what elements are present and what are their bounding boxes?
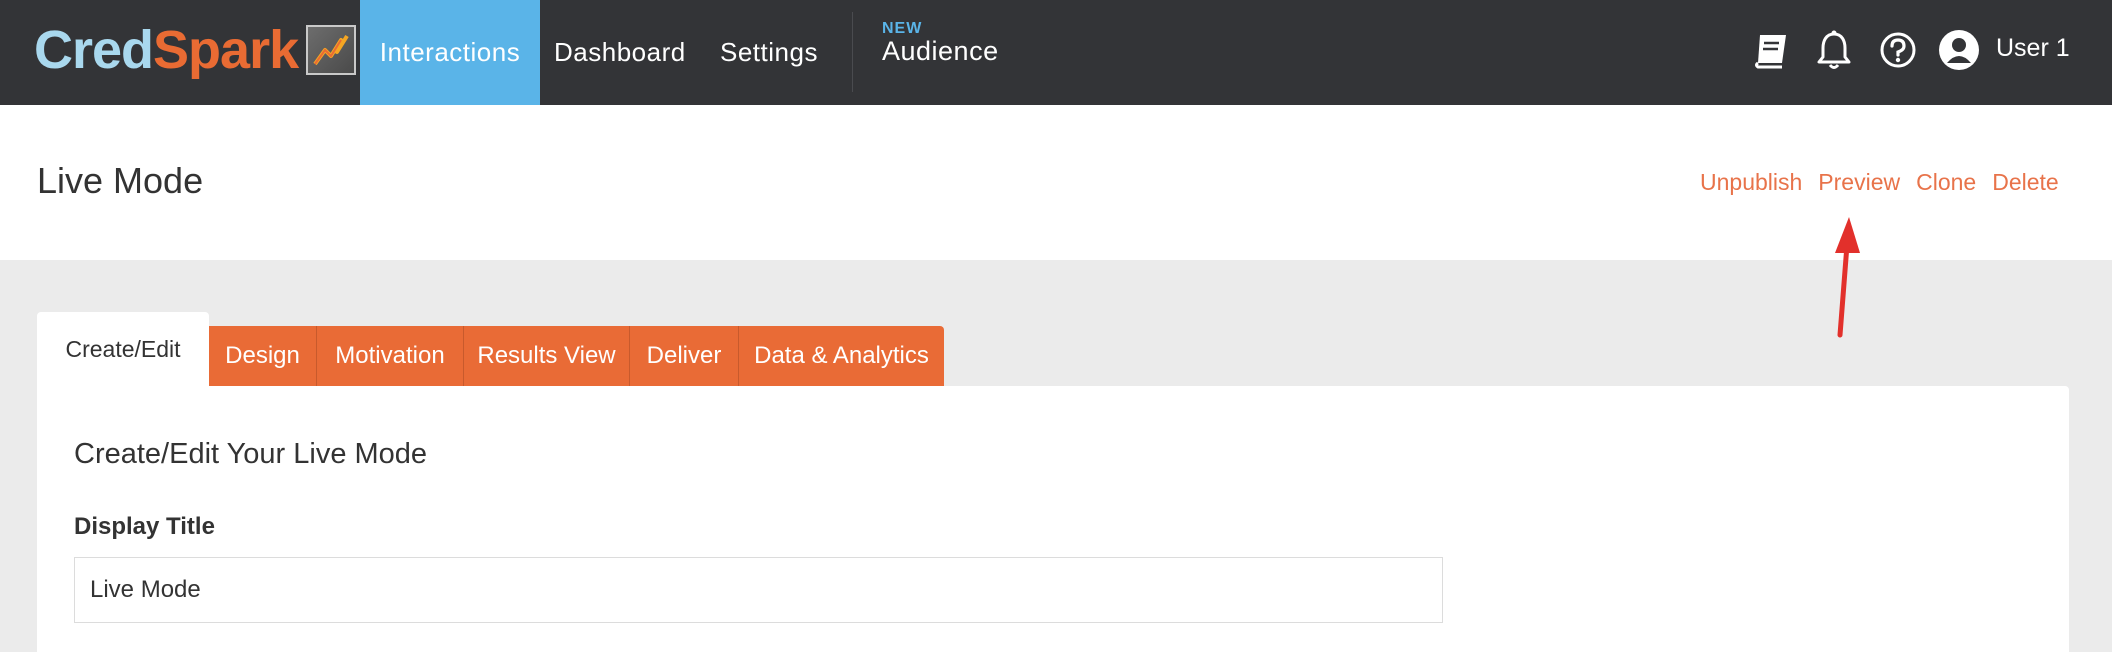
tab-results-view[interactable]: Results View (464, 326, 630, 386)
nav-audience[interactable]: Audience (882, 36, 999, 67)
preview-link[interactable]: Preview (1818, 169, 1900, 196)
display-title-label: Display Title (74, 513, 215, 540)
book-icon[interactable] (1750, 28, 1794, 72)
tab-create-edit[interactable]: Create/Edit (37, 312, 209, 386)
delete-link[interactable]: Delete (1992, 169, 2058, 196)
tab-design[interactable]: Design (209, 326, 317, 386)
logo-text-cred: Cred (34, 20, 154, 80)
annotation-arrow (1835, 217, 1860, 338)
nav-divider (852, 12, 853, 92)
page-header: Live Mode Unpublish Preview Clone Delete (0, 105, 2112, 260)
display-title-input[interactable] (74, 557, 1443, 623)
edit-panel: Create/Edit Your Live Mode Display Title (37, 386, 2069, 652)
page-title: Live Mode (37, 160, 204, 201)
tab-motivation[interactable]: Motivation (317, 326, 464, 386)
help-icon[interactable] (1876, 28, 1920, 72)
credspark-logo[interactable]: Cred Spark (34, 20, 357, 80)
tab-data-analytics[interactable]: Data & Analytics (739, 326, 944, 386)
user-name[interactable]: User 1 (1996, 34, 2070, 63)
bell-icon[interactable] (1812, 28, 1856, 72)
logo-text-spark: Spark (153, 20, 299, 80)
tab-deliver[interactable]: Deliver (630, 326, 739, 386)
user-avatar-icon[interactable] (1937, 28, 1981, 72)
nav-settings[interactable]: Settings (720, 0, 818, 105)
top-navbar: Cred Spark Interactions Dashboard Settin… (0, 0, 2112, 105)
lightning-icon (306, 25, 357, 75)
section-title: Create/Edit Your Live Mode (74, 438, 428, 470)
nav-dashboard[interactable]: Dashboard (554, 0, 686, 105)
nav-interactions[interactable]: Interactions (360, 0, 540, 105)
clone-link[interactable]: Clone (1916, 169, 1976, 196)
page-actions: Unpublish Preview Clone Delete (1700, 169, 2075, 196)
unpublish-link[interactable]: Unpublish (1700, 169, 1802, 196)
